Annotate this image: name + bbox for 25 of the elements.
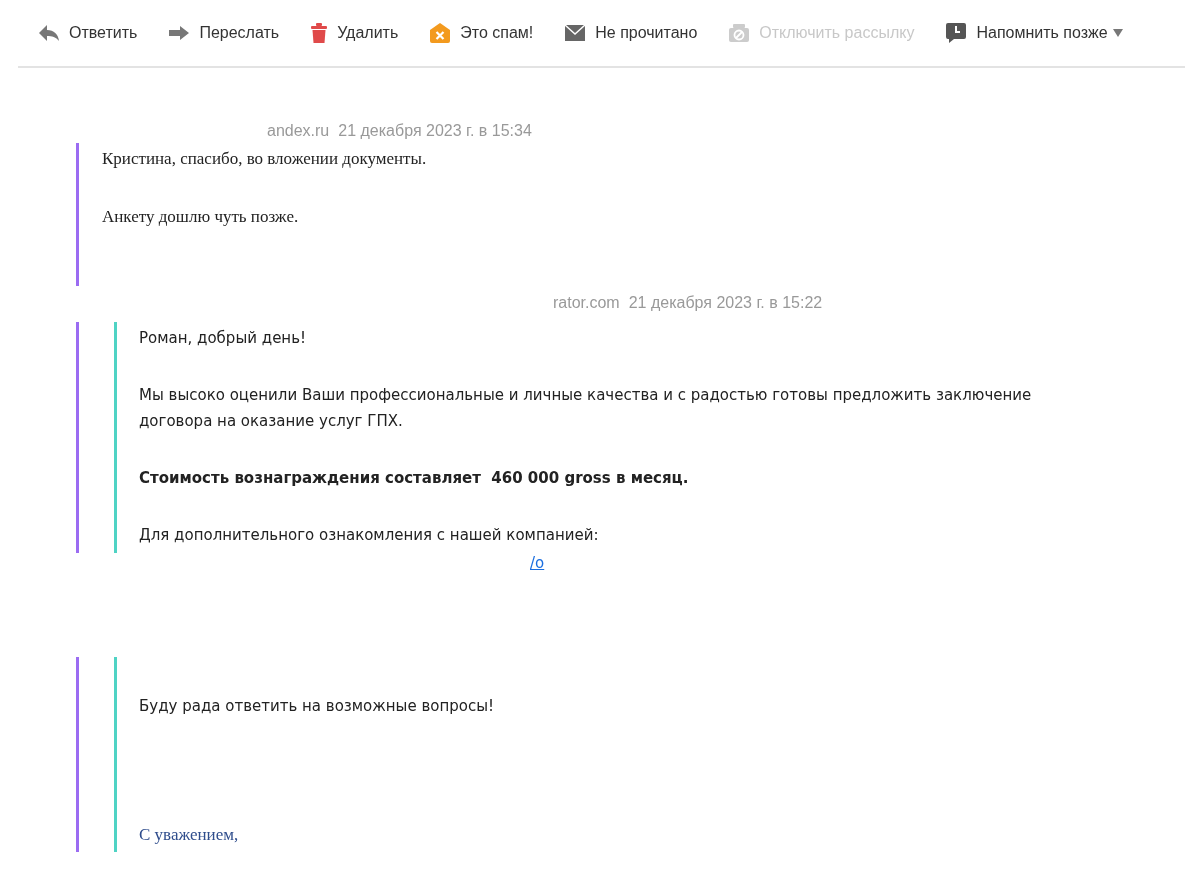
toolbar-button[interactable]: Переслать bbox=[168, 22, 280, 44]
trash-icon bbox=[310, 22, 329, 44]
toolbar-button[interactable]: Это спам! bbox=[429, 20, 534, 46]
toolbar-button[interactable]: Напомнить позже bbox=[945, 20, 1123, 46]
message-paragraph: Анкету дошлю чуть позже. bbox=[102, 206, 300, 228]
quoted-paragraph: Для дополнительного ознакомления с нашей компанией: bbox=[139, 525, 600, 546]
message-date: 21 декабря 2023 г. в 15:22 bbox=[628, 293, 823, 313]
link[interactable]: /o bbox=[530, 554, 545, 572]
toolbar-button[interactable]: Не прочитано bbox=[564, 22, 698, 44]
forward-arrow-icon bbox=[168, 25, 191, 41]
sender-address: andex.ru bbox=[267, 121, 330, 141]
clock-bubble-icon bbox=[945, 22, 968, 44]
sender-address: rator.com bbox=[553, 293, 620, 313]
quoted-paragraph: Мы высоко оценили Ваши профессиональные и личные качества и с радостью готовы предложить заключение договора на оказание услуг ГПХ. bbox=[139, 385, 1033, 432]
message-paragraph: Кристина, спасибо, во вложении документы. bbox=[102, 148, 428, 170]
signature-text: С уважением, bbox=[139, 824, 240, 846]
envelope-icon bbox=[564, 24, 587, 42]
message-date: 21 декабря 2023 г. в 15:34 bbox=[338, 121, 532, 141]
warning-x-icon bbox=[429, 22, 452, 44]
quoted-paragraph: Роман, добрый день! bbox=[139, 328, 307, 349]
toolbar-button[interactable]: Удалить bbox=[310, 20, 399, 46]
quoted-paragraph: Стоимость вознаграждения составляет 460 000 gross в месяц. bbox=[139, 468, 690, 489]
quoted-paragraph: Буду рада ответить на возможные вопросы! bbox=[139, 696, 496, 717]
toolbar-button[interactable]: Ответить bbox=[38, 22, 138, 44]
reply-arrow-icon bbox=[38, 24, 60, 42]
